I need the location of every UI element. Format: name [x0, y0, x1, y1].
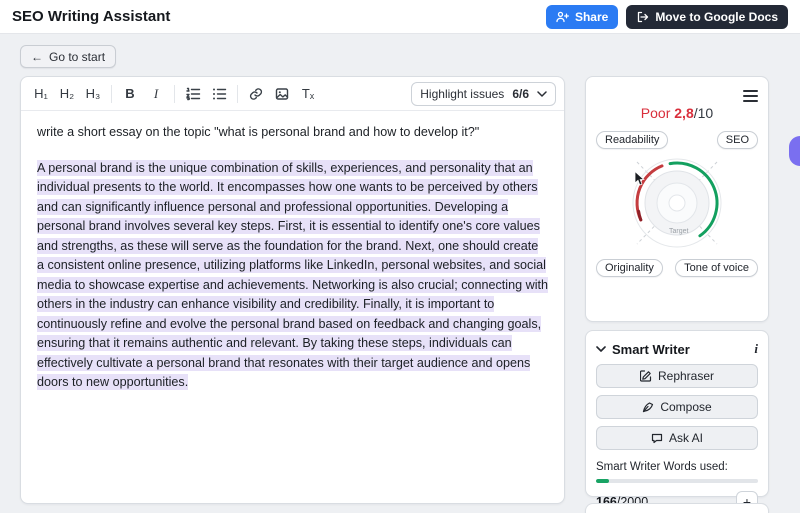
toolbar-separator [237, 85, 238, 103]
share-button[interactable]: Share [546, 5, 618, 29]
toolbar-separator [174, 85, 175, 103]
italic-button[interactable]: I [144, 82, 168, 106]
smart-writer-panel: Smart Writer i Rephraser Compose Ask AI … [585, 330, 769, 497]
score-rating-label: Poor [641, 105, 671, 121]
mouse-cursor-icon [634, 171, 646, 192]
go-to-start-button[interactable]: ← Go to start [20, 45, 116, 68]
highlighted-essay-text: A personal brand is the unique combinati… [37, 160, 548, 391]
image-icon [275, 87, 289, 101]
compose-button[interactable]: Compose [596, 395, 758, 419]
score-value: 2,8 [674, 105, 693, 121]
move-to-google-docs-label: Move to Google Docs [655, 10, 778, 24]
compose-label: Compose [660, 400, 711, 414]
ask-ai-button[interactable]: Ask AI [596, 426, 758, 450]
score-max: /10 [694, 105, 713, 121]
rephraser-pencil-icon [640, 370, 652, 382]
highlight-issues-dropdown[interactable]: Highlight issues 6/6 [411, 82, 556, 106]
hamburger-menu-icon[interactable] [743, 87, 758, 105]
editor-prompt-paragraph: write a short essay on the topic "what i… [37, 123, 548, 143]
link-icon [249, 87, 263, 101]
chat-bubble-icon [651, 432, 663, 444]
go-to-start-label: Go to start [49, 50, 105, 64]
score-radar-chart: Target [596, 145, 758, 263]
page-title: SEO Writing Assistant [12, 8, 170, 25]
bold-button[interactable]: B [118, 82, 142, 106]
highlight-issues-count: 6/6 [512, 87, 529, 101]
chevron-down-icon [537, 91, 547, 97]
image-button[interactable] [270, 82, 294, 106]
smart-writer-header[interactable]: Smart Writer i [596, 341, 758, 357]
share-user-plus-icon [556, 11, 569, 23]
rephraser-button[interactable]: Rephraser [596, 364, 758, 388]
words-used-progress-fill [596, 479, 609, 483]
move-to-google-docs-button[interactable]: Move to Google Docs [626, 5, 788, 29]
editor-panel: H₁ H₂ H₃ B I [20, 76, 565, 504]
essay-paragraph: A personal brand is the unique combinati… [37, 159, 548, 393]
chevron-down-icon [596, 346, 606, 352]
link-button[interactable] [244, 82, 268, 106]
ordered-list-button[interactable] [181, 82, 205, 106]
heading1-button[interactable]: H₁ [29, 82, 53, 106]
highlight-issues-label: Highlight issues [420, 87, 504, 101]
next-panel-sliver [585, 503, 769, 513]
heading2-button[interactable]: H₂ [55, 82, 79, 106]
toolbar-separator [111, 85, 112, 103]
ask-ai-label: Ask AI [669, 431, 703, 445]
words-used-progress-bar [596, 479, 758, 483]
score-panel: Poor 2,8/10 Readability SEO Target Origi… [585, 76, 769, 322]
clear-formatting-button[interactable]: Tₓ [296, 82, 320, 106]
info-icon[interactable]: i [754, 341, 758, 357]
compose-pen-icon [642, 401, 654, 413]
bullet-list-icon [212, 87, 227, 101]
target-label: Target [669, 228, 689, 235]
sidebar-collapse-handle[interactable] [789, 136, 800, 166]
back-arrow-icon: ← [31, 50, 43, 64]
words-used-label: Smart Writer Words used: [596, 461, 758, 473]
overall-score: Poor 2,8/10 [596, 105, 758, 121]
editor-text-area[interactable]: write a short essay on the topic "what i… [21, 111, 564, 405]
rephraser-label: Rephraser [658, 369, 714, 383]
export-arrow-icon [636, 11, 649, 23]
share-button-label: Share [575, 10, 608, 24]
bullet-list-button[interactable] [207, 82, 231, 106]
app-header: SEO Writing Assistant Share Move to Goog… [0, 0, 800, 34]
editor-toolbar: H₁ H₂ H₃ B I [21, 77, 564, 111]
heading3-button[interactable]: H₃ [81, 82, 105, 106]
ordered-list-icon [186, 87, 201, 101]
header-actions: Share Move to Google Docs [546, 5, 788, 29]
smart-writer-title: Smart Writer [612, 342, 690, 357]
